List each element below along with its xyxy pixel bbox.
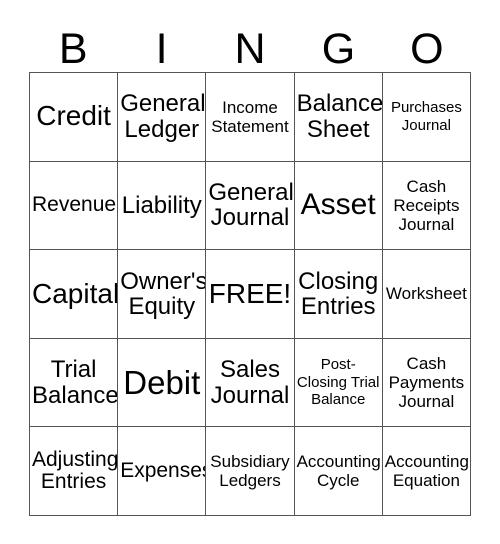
bingo-cell-label: Credit [36,100,111,132]
bingo-cell[interactable]: Credit [30,73,119,162]
bingo-cell-label: Balance Sheet [296,90,383,143]
bingo-cell[interactable]: General Journal [206,161,295,251]
bingo-cell[interactable]: Revenue [30,161,119,251]
bingo-cell-label: General Journal [208,178,294,232]
bingo-header-letter-o: O [410,25,444,73]
bingo-cell-label: Owner's Equity [120,267,207,320]
bingo-cell-label: Cash Receipts Journal [393,176,460,234]
bingo-cell[interactable]: Capital [30,250,119,339]
bingo-cell[interactable]: Cash Payments Journal [382,338,471,428]
bingo-cell-label: Accounting Cycle [296,452,381,491]
bingo-cell-label: Income Statement [211,97,289,136]
bingo-cell[interactable]: Purchases Journal [382,73,471,162]
bingo-cell-label: Subsidiary Ledgers [210,452,290,491]
bingo-cell[interactable]: Balance Sheet [294,73,383,162]
bingo-cell[interactable]: Accounting Cycle [294,427,383,516]
bingo-cell[interactable]: Adjusting Entries [30,427,119,516]
bingo-grid: Credit General Ledger Income Statement Bala… [29,72,471,516]
bingo-cell[interactable]: Worksheet [382,250,471,339]
bingo-cell[interactable]: General Ledger [118,73,207,162]
bingo-cell-label: Purchases Journal [390,99,462,134]
bingo-cell[interactable]: Liability [118,161,207,251]
bingo-cell-label: Cash Payments Journal [388,354,465,412]
bingo-cell[interactable]: Asset [294,161,383,251]
bingo-cell[interactable]: Accounting Equation [382,427,471,516]
bingo-cell[interactable]: Subsidiary Ledgers [206,427,295,516]
bingo-cell-label: Trial Balance [32,356,119,409]
bingo-cell[interactable]: Income Statement [206,73,295,162]
bingo-cell-label: Accounting Equation [384,452,469,491]
bingo-cell[interactable]: Trial Balance [30,338,119,428]
bingo-cell[interactable]: Post-Closing Trial Balance [294,338,383,428]
bingo-header-row: B I N G O [29,18,471,72]
bingo-cell[interactable]: Debit [118,338,207,428]
bingo-cell-label: Post-Closing Trial Balance [296,356,380,409]
bingo-cell-label: General Ledger [120,90,206,143]
bingo-cell[interactable]: Closing Entries [294,250,383,339]
bingo-cell-label: Closing Entries [298,267,379,320]
bingo-cell[interactable]: Owner's Equity [118,250,207,339]
bingo-free-space[interactable]: FREE! [206,250,295,339]
bingo-header-letter-i: I [155,25,168,73]
bingo-cell-label: Worksheet [385,284,467,304]
bingo-cell[interactable]: Sales Journal [206,338,295,428]
bingo-header-letter-g: G [321,25,356,73]
bingo-card: B I N G O Credit General Ledger Income Sta… [0,0,500,544]
bingo-cell-label: Revenue [32,193,117,217]
bingo-cell-label: FREE! [208,277,292,309]
bingo-cell-label: Sales Journal [210,356,290,409]
bingo-cell-label: Liability [121,191,202,219]
bingo-cell-label: Expenses [120,459,207,483]
bingo-cell[interactable]: Expenses [118,427,207,516]
bingo-header-letter-b: B [58,25,88,73]
bingo-cell-label: Adjusting Entries [32,447,119,494]
bingo-cell-label: Capital [32,277,119,309]
bingo-cell-label: Asset [300,188,376,222]
bingo-cell-label: Debit [123,363,201,401]
bingo-header-letter-n: N [234,25,266,73]
bingo-cell[interactable]: Cash Receipts Journal [382,161,471,251]
